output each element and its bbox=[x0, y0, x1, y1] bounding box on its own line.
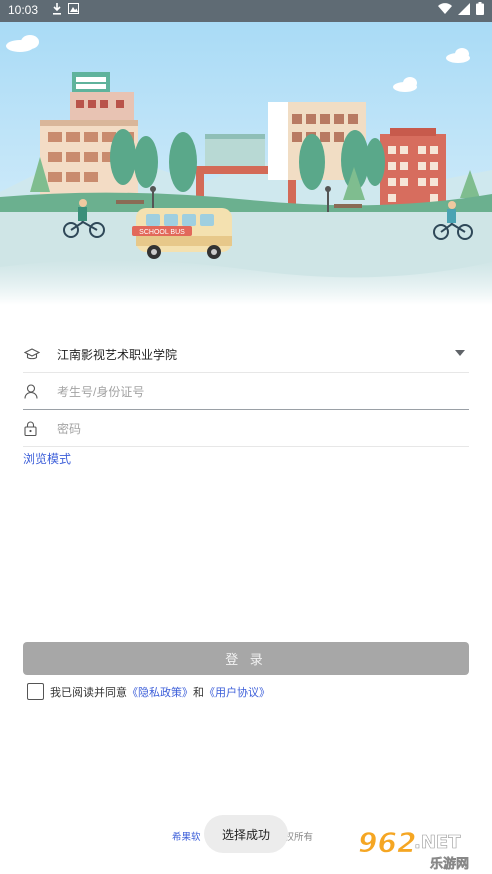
agree-checkbox[interactable] bbox=[27, 683, 44, 700]
username-field[interactable]: 考生号/身份证号 bbox=[23, 373, 469, 410]
footer-suffix: 权所有 bbox=[284, 832, 314, 843]
watermark-number: 962 bbox=[358, 826, 416, 859]
footer-brand: 希果软 bbox=[172, 832, 201, 843]
user-icon bbox=[23, 383, 57, 399]
username-placeholder: 考生号/身份证号 bbox=[57, 384, 145, 399]
agree-and: 和 bbox=[193, 686, 204, 699]
toast-message: 选择成功 bbox=[204, 815, 288, 853]
password-placeholder: 密码 bbox=[57, 421, 82, 436]
password-field[interactable]: 密码 bbox=[23, 410, 469, 447]
download-icon bbox=[52, 3, 62, 18]
login-button[interactable]: 登 录 bbox=[23, 642, 469, 675]
status-bar: 10:03 bbox=[0, 0, 492, 22]
campus-illustration: SCHOOL BUS bbox=[0, 22, 492, 305]
school-value: 江南影视艺术职业学院 bbox=[57, 347, 178, 362]
login-form: 江南影视艺术职业学院 考生号/身份证号 密码 bbox=[23, 336, 469, 447]
graduation-cap-icon bbox=[23, 347, 57, 361]
chevron-down-icon bbox=[455, 350, 465, 356]
wifi-icon bbox=[438, 2, 452, 18]
browse-mode-link[interactable]: 浏览模式 bbox=[23, 450, 71, 467]
school-select[interactable]: 江南影视艺术职业学院 bbox=[23, 336, 469, 373]
agreement-row: 我已阅读并同意 《隐私政策》 和 《用户协议》 bbox=[27, 683, 270, 700]
bus-label: SCHOOL BUS bbox=[139, 229, 185, 236]
user-agreement-link[interactable]: 《用户协议》 bbox=[204, 684, 270, 700]
image-icon bbox=[68, 3, 79, 17]
battery-icon bbox=[476, 2, 484, 18]
lock-icon bbox=[23, 421, 57, 436]
agree-prefix: 我已阅读并同意 bbox=[50, 686, 127, 699]
watermark-net: .NET bbox=[414, 832, 461, 853]
watermark-logo: 962 .NET 乐游网 bbox=[352, 822, 486, 873]
login-screen: 10:03 SCHOOL BUS 江南影视艺术职业学院 考生号/身份证号 密码 … bbox=[0, 0, 492, 874]
watermark-label: 乐游网 bbox=[430, 856, 469, 872]
status-time: 10:03 bbox=[8, 3, 39, 17]
signal-icon bbox=[458, 2, 470, 18]
privacy-policy-link[interactable]: 《隐私政策》 bbox=[127, 684, 193, 700]
